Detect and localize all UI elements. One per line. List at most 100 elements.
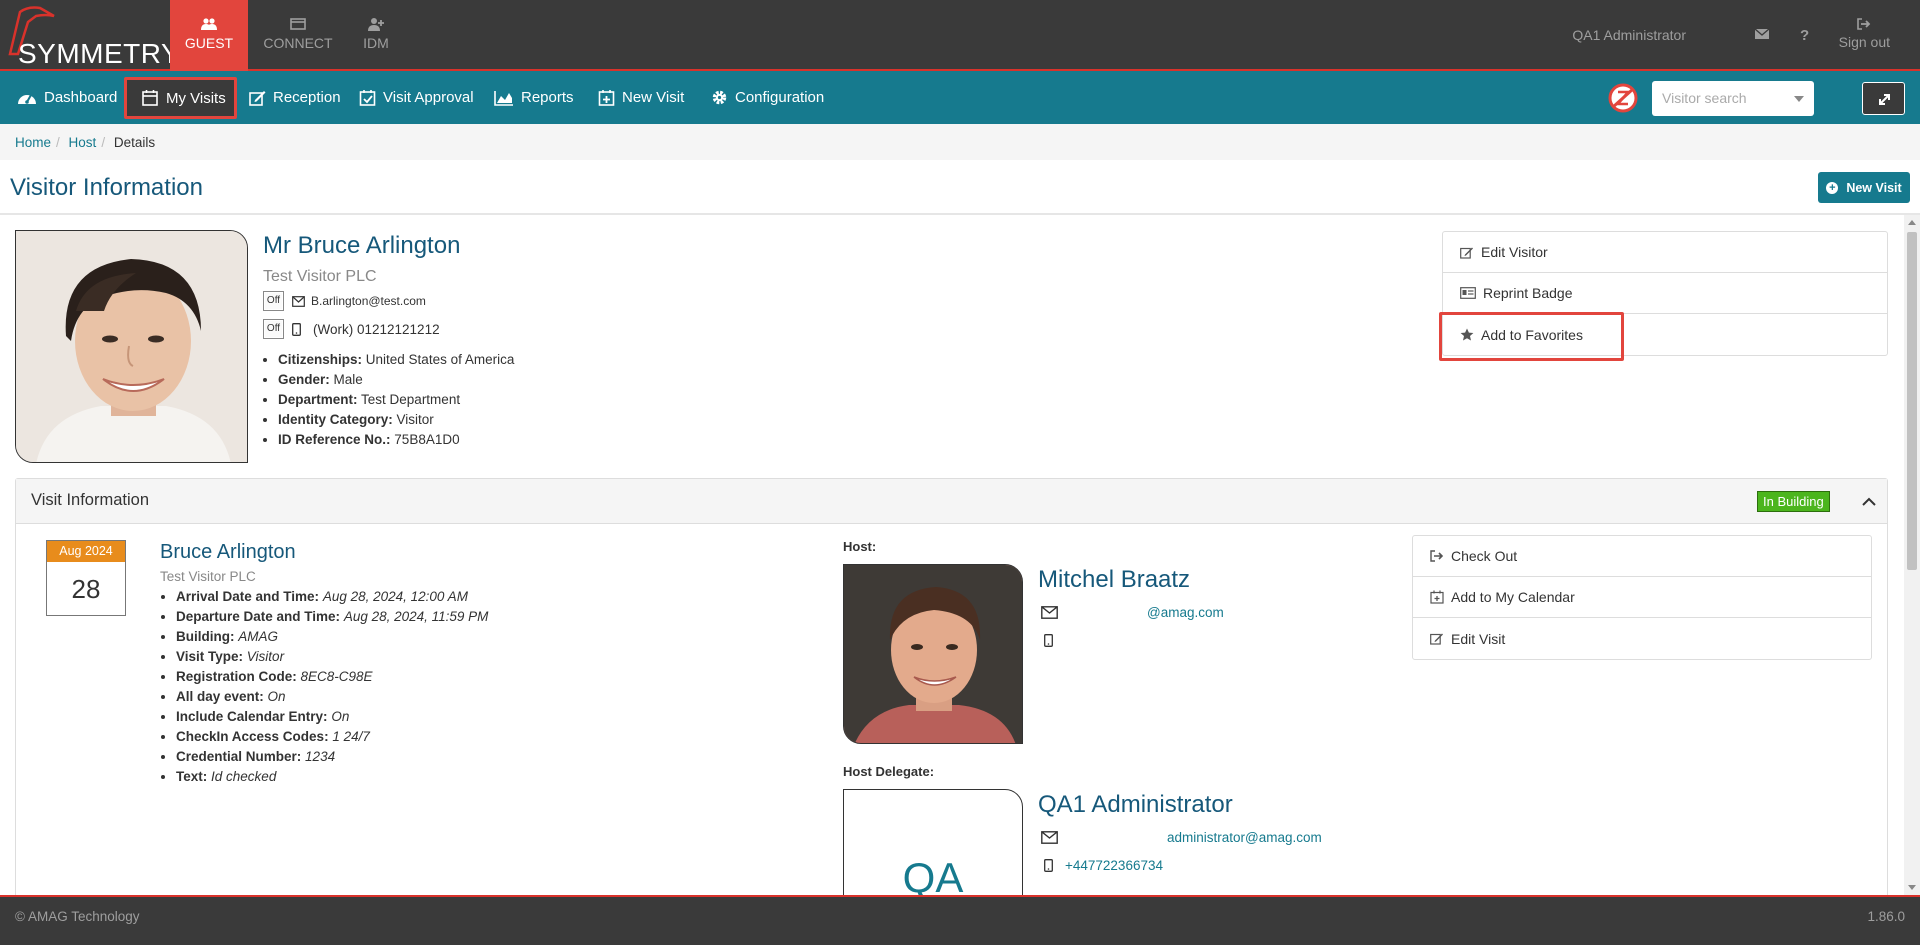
email-opt-off-tag[interactable]: Off — [263, 291, 284, 311]
attribute-label: Identity Category: — [278, 412, 393, 427]
nav-my-visits-label: My Visits — [166, 89, 226, 107]
visitor-phone-line: (Work) 01212121212 — [292, 322, 440, 337]
new-visit-button[interactable]: + New Visit — [1818, 172, 1910, 203]
detail-value: AMAG — [238, 629, 279, 644]
nav-configuration[interactable]: Configuration — [711, 71, 824, 124]
nav-visit-approval-label: Visit Approval — [383, 89, 474, 106]
add-to-calendar-button[interactable]: Add to My Calendar — [1413, 577, 1871, 618]
host-name[interactable]: Mitchel Braatz — [1038, 566, 1190, 594]
current-user-name[interactable]: QA1 Administrator — [1572, 27, 1686, 43]
detail-label: Arrival Date and Time: — [176, 589, 320, 604]
breadcrumb-host[interactable]: Host — [69, 135, 97, 150]
attribute-item: Department: Test Department — [278, 390, 514, 410]
attribute-label: Gender: — [278, 372, 330, 387]
main-content: Mr Bruce Arlington Test Visitor PLC Off … — [0, 215, 1904, 895]
nav-my-visits[interactable]: My Visits — [124, 77, 237, 119]
detail-value: 1 24/7 — [332, 729, 370, 744]
nav-dashboard[interactable]: Dashboard — [17, 71, 117, 124]
visitor-photo — [15, 230, 248, 463]
status-badge: In Building — [1757, 491, 1830, 512]
footer-version: 1.86.0 — [1867, 909, 1905, 924]
module-connect-label: CONNECT — [263, 35, 333, 51]
detail-label: Credential Number: — [176, 749, 302, 764]
visit-panel-title: Visit Information — [31, 491, 149, 509]
envelope-icon[interactable] — [1754, 27, 1770, 41]
edit-icon — [249, 90, 266, 106]
scroll-thumb[interactable] — [1907, 232, 1917, 570]
visit-detail-item: Text: Id checked — [176, 767, 488, 787]
nav-visit-approval[interactable]: Visit Approval — [359, 71, 474, 124]
edit-icon — [1460, 247, 1473, 259]
host-email-link[interactable]: @amag.com — [1147, 605, 1224, 620]
id-card-icon — [1460, 287, 1476, 299]
edit-visit-button[interactable]: Edit Visit — [1413, 618, 1871, 659]
nav-reception[interactable]: Reception — [249, 71, 341, 124]
delegate-email-link[interactable]: administrator@amag.com — [1167, 830, 1322, 845]
reprint-badge-button[interactable]: Reprint Badge — [1443, 273, 1887, 314]
sign-out-button[interactable]: Sign out — [1839, 18, 1890, 50]
visit-detail-item: Arrival Date and Time: Aug 28, 2024, 12:… — [176, 587, 488, 607]
visit-visitor-name[interactable]: Bruce Arlington — [160, 541, 296, 564]
breadcrumb: Home / Host / Details — [0, 124, 1920, 160]
visit-detail-item: CheckIn Access Codes: 1 24/7 — [176, 727, 488, 747]
new-visit-button-label: New Visit — [1846, 180, 1902, 195]
symmetry-logo[interactable]: SYMMETRY™ — [6, 6, 190, 69]
visitor-search-input[interactable]: Visitor search — [1652, 81, 1814, 116]
delegate-phone-link[interactable]: +447722366734 — [1065, 858, 1163, 873]
visit-detail-item: Registration Code: 8EC8-C98E — [176, 667, 488, 687]
host-label: Host: — [843, 539, 877, 554]
visit-details: Arrival Date and Time: Aug 28, 2024, 12:… — [176, 587, 488, 787]
fullscreen-button[interactable] — [1862, 82, 1905, 115]
visitor-portrait — [16, 231, 247, 462]
nav-new-visit[interactable]: New Visit — [598, 71, 684, 124]
breadcrumb-home[interactable]: Home — [15, 135, 51, 150]
delegate-name[interactable]: QA1 Administrator — [1038, 791, 1233, 819]
delegate-initials: QA — [902, 854, 964, 895]
nav-reports[interactable]: Reports — [494, 71, 574, 124]
chevron-down-icon[interactable] — [1794, 96, 1804, 102]
calendar-plus-icon — [598, 89, 615, 106]
detail-value: On — [331, 709, 350, 724]
help-icon[interactable]: ? — [1796, 27, 1812, 41]
visitor-email: B.arlington@test.com — [311, 294, 426, 308]
sign-out-icon — [1430, 550, 1444, 562]
chevron-up-icon[interactable] — [1861, 494, 1877, 508]
detail-value: 1234 — [305, 749, 336, 764]
dashboard-icon — [18, 94, 36, 104]
attribute-item: ID Reference No.: 75B8A1D0 — [278, 430, 514, 450]
no-entry-icon[interactable] — [1608, 83, 1638, 113]
module-guest[interactable]: GUEST — [170, 0, 248, 71]
edit-visitor-label: Edit Visitor — [1481, 244, 1548, 260]
detail-value: On — [267, 689, 286, 704]
host-portrait — [844, 565, 1022, 743]
attribute-value: United States of America — [365, 352, 515, 367]
expand-icon — [1879, 94, 1890, 105]
check-out-label: Check Out — [1451, 548, 1518, 564]
users-icon — [201, 18, 217, 30]
detail-label: CheckIn Access Codes: — [176, 729, 329, 744]
module-connect[interactable]: CONNECT — [256, 0, 340, 71]
module-guest-label: GUEST — [184, 35, 234, 51]
scroll-down-arrow-icon[interactable] — [1908, 885, 1916, 890]
attribute-item: Citizenships: United States of America — [278, 350, 514, 370]
module-idm[interactable]: IDM — [346, 0, 406, 71]
attribute-value: Male — [333, 372, 363, 387]
detail-value: Aug 28, 2024, 11:59 PM — [343, 609, 489, 624]
module-idm-label: IDM — [363, 35, 389, 51]
check-out-button[interactable]: Check Out — [1413, 536, 1871, 577]
breadcrumb-current: Details — [113, 135, 156, 150]
mobile-phone-icon — [292, 323, 301, 336]
content-scrollbar[interactable] — [1904, 215, 1920, 895]
phone-opt-off-tag[interactable]: Off — [263, 319, 284, 339]
visitor-name: Mr Bruce Arlington — [263, 232, 461, 259]
detail-value: 8EC8-C98E — [300, 669, 373, 684]
attribute-value: Visitor — [396, 412, 434, 427]
visit-panel-header[interactable]: Visit Information In Building — [16, 479, 1887, 524]
edit-visitor-button[interactable]: Edit Visitor — [1443, 232, 1887, 273]
top-header: SYMMETRY™ GUEST CONNECT IDM QA1 Administ… — [0, 0, 1920, 71]
calendar-day: 28 — [71, 574, 101, 604]
footer-copyright: © AMAG Technology — [15, 909, 140, 924]
attribute-item: Identity Category: Visitor — [278, 410, 514, 430]
attribute-item: Gender: Male — [278, 370, 514, 390]
scroll-up-arrow-icon[interactable] — [1908, 220, 1916, 225]
